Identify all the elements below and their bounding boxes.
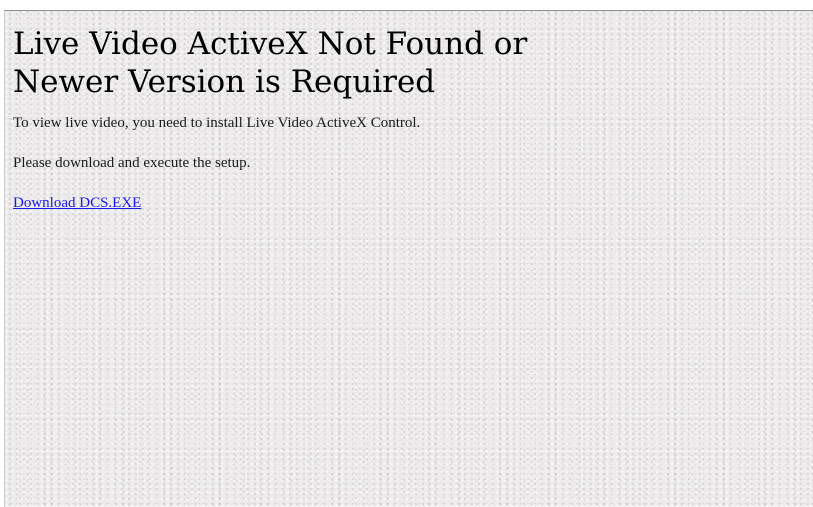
download-paragraph: Download DCS.EXE [13,194,805,212]
content-frame: Live Video ActiveX Not Found or Newer Ve… [4,10,813,507]
page-title: Live Video ActiveX Not Found or Newer Ve… [13,25,805,101]
page-title-line-1: Live Video ActiveX Not Found or [13,26,528,62]
setup-instruction-text: Please download and execute the setup. [13,155,251,171]
download-dcs-exe-link[interactable]: Download DCS.EXE [13,195,141,211]
page-title-line-2: Newer Version is Required [13,64,436,100]
page-content: Live Video ActiveX Not Found or Newer Ve… [13,25,805,212]
install-instruction-text: To view live video, you need to install … [13,115,421,131]
